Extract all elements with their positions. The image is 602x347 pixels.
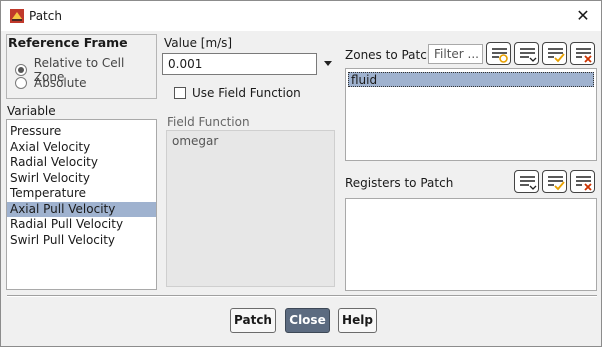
dropdown-list-button[interactable] — [514, 42, 539, 65]
registers-dropdown-list-button[interactable] — [514, 170, 539, 193]
list-item-selected[interactable]: Axial Pull Velocity — [7, 201, 156, 217]
list-item[interactable]: Radial Pull Velocity — [7, 217, 156, 233]
variable-label: Variable — [7, 104, 56, 118]
registers-deselect-all-button[interactable] — [570, 170, 595, 193]
window-title: Patch — [29, 9, 62, 23]
field-function-label: Field Function — [167, 115, 250, 129]
radio-label: Absolute — [34, 76, 87, 90]
reference-frame-group: Reference Frame Relative to Cell Zone Ab… — [6, 34, 157, 99]
zones-list[interactable]: fluid — [345, 68, 597, 161]
check-list-icon — [548, 48, 565, 63]
select-checked-button[interactable] — [542, 42, 567, 65]
value-label: Value [m/s] — [164, 36, 233, 50]
checkbox-icon[interactable] — [174, 87, 186, 99]
check-list-icon — [548, 176, 565, 191]
list-item[interactable]: Radial Velocity — [7, 155, 156, 171]
list-item[interactable]: Swirl Pull Velocity — [7, 233, 156, 249]
fluent-app-icon — [10, 9, 24, 23]
patch-dialog: Patch ✕ Reference Frame Relative to Cell… — [0, 0, 602, 347]
help-button[interactable]: Help — [338, 308, 377, 333]
clear-list-icon — [576, 176, 592, 191]
patch-button[interactable]: Patch — [230, 308, 276, 333]
footer-divider — [7, 295, 597, 297]
deselect-all-button[interactable] — [570, 42, 595, 65]
select-all-icon — [492, 48, 508, 63]
registers-list[interactable] — [345, 198, 597, 291]
list-item[interactable]: Pressure — [7, 124, 156, 140]
clear-list-icon — [576, 48, 592, 63]
radio-icon — [15, 77, 27, 89]
zones-filter-input[interactable]: Filter ... — [428, 44, 483, 64]
dropdown-list-icon — [520, 48, 537, 62]
field-function-item: omegar — [172, 134, 219, 148]
radio-icon — [15, 64, 27, 76]
field-function-list: omegar — [166, 130, 335, 287]
registers-label: Registers to Patch — [345, 176, 454, 190]
list-item-selected[interactable]: fluid — [348, 72, 594, 87]
select-all-button[interactable] — [486, 42, 511, 65]
dropdown-list-icon — [520, 176, 537, 190]
title-bar: Patch ✕ — [1, 1, 601, 31]
close-icon[interactable]: ✕ — [573, 6, 593, 26]
zones-label: Zones to Patch — [345, 48, 435, 62]
dropdown-arrow-icon[interactable] — [324, 61, 332, 66]
list-item[interactable]: Swirl Velocity — [7, 171, 156, 187]
list-item[interactable]: Axial Velocity — [7, 140, 156, 156]
use-field-function-label: Use Field Function — [192, 86, 301, 100]
close-button[interactable]: Close — [285, 308, 330, 333]
variable-list[interactable]: Pressure Axial Velocity Radial Velocity … — [6, 119, 157, 290]
value-input[interactable]: 0.001 — [162, 53, 317, 75]
radio-absolute[interactable]: Absolute — [15, 76, 86, 90]
registers-select-checked-button[interactable] — [542, 170, 567, 193]
reference-frame-heading: Reference Frame — [8, 35, 128, 50]
list-item[interactable]: Temperature — [7, 186, 156, 202]
